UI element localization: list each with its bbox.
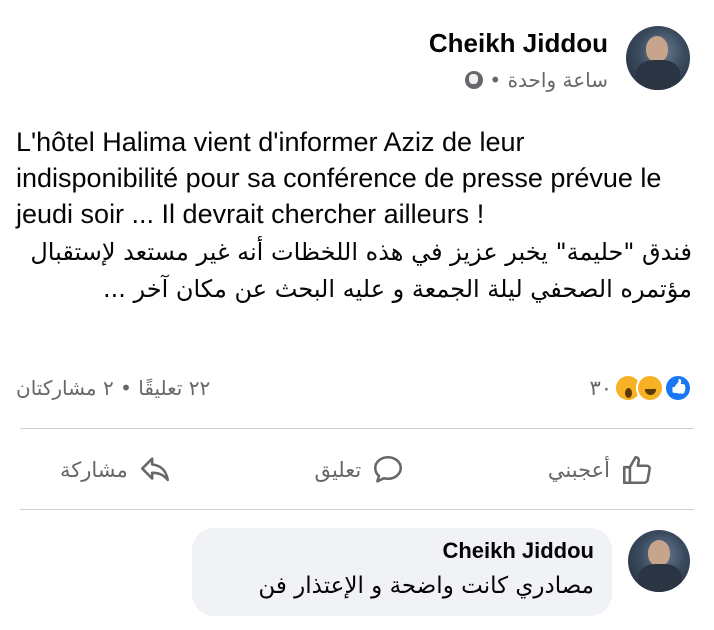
thumbs-up-icon — [622, 455, 651, 485]
post-text-french: L'hôtel Halima vient d'informer Aziz de … — [16, 127, 662, 229]
share-arrow-icon — [140, 457, 169, 482]
comment-button[interactable]: تعليق — [274, 445, 445, 495]
like-button[interactable]: أعجبني — [508, 445, 694, 495]
like-label: أعجبني — [547, 458, 610, 482]
comment-text: مصادري كانت واضحة و الإعتذار فن — [258, 573, 594, 599]
reactions-summary[interactable]: ٣٠ — [589, 374, 692, 402]
author-name[interactable]: Cheikh Jiddou — [429, 28, 608, 59]
divider — [20, 428, 694, 429]
comment-item: Cheikh Jiddou مصادري كانت واضحة و الإعتذ… — [22, 528, 690, 620]
commenter-avatar[interactable] — [628, 530, 690, 592]
like-icon — [664, 374, 692, 402]
post-time[interactable]: ساعة واحدة • — [489, 68, 608, 92]
comment-bubble-icon — [374, 455, 403, 483]
comment-label: تعليق — [314, 458, 362, 482]
globe-icon — [465, 71, 484, 89]
comment-bubble[interactable]: Cheikh Jiddou مصادري كانت واضحة و الإعتذ… — [192, 528, 612, 616]
post-body: L'hôtel Halima vient d'informer Aziz de … — [16, 124, 692, 308]
divider — [20, 509, 694, 510]
post-meta: ساعة واحدة • — [465, 68, 608, 92]
post-text-arabic: فندق "حليمة" يخبر عزيز في هذه اللخظات أن… — [30, 238, 692, 303]
post-header: Cheikh Jiddou ساعة واحدة • — [24, 20, 690, 100]
action-bar: أعجبني تعليق مشاركة — [20, 440, 694, 500]
commenter-name[interactable]: Cheikh Jiddou — [210, 538, 594, 564]
comments-shares-count[interactable]: ٢٢ تعليقًا • ٢ مشاركتان — [16, 376, 210, 400]
share-button[interactable]: مشاركة — [20, 445, 212, 495]
haha-icon — [636, 374, 664, 402]
reaction-count: ٣٠ — [589, 376, 612, 400]
author-avatar[interactable] — [626, 26, 690, 90]
post-stats: ٣٠ ٢٢ تعليقًا • ٢ مشاركتان — [16, 370, 692, 406]
share-label: مشاركة — [60, 458, 128, 482]
